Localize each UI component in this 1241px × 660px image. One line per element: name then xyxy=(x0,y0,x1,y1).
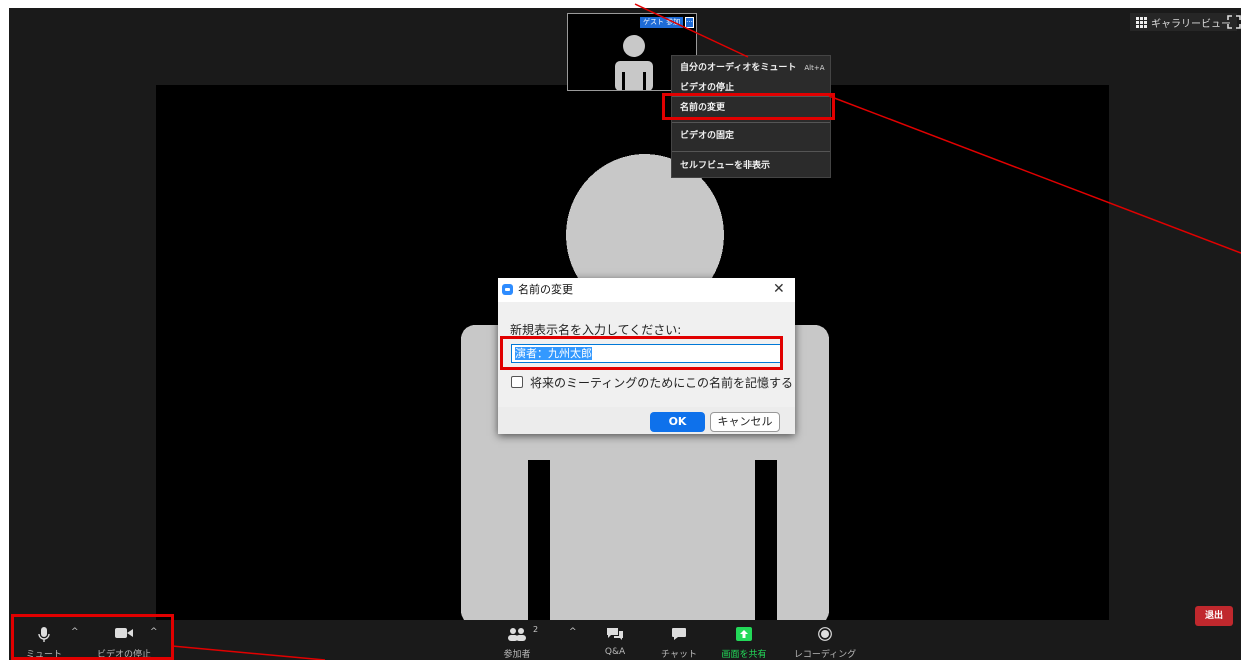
share-screen-label: 画面を共有 xyxy=(721,650,767,660)
participants-icon xyxy=(508,628,526,641)
meeting-toolbar: ミュート ^ ビデオの停止 ^ 参加者 2 ^ Q&A チャット 画面を共有 レ… xyxy=(9,621,1241,660)
qa-button[interactable]: Q&A xyxy=(595,621,635,660)
record-button[interactable]: レコーディング xyxy=(791,621,859,660)
menu-item-pin-video[interactable]: ビデオの固定 xyxy=(680,129,734,143)
fullscreen-icon[interactable] xyxy=(1227,15,1241,29)
participants-chevron-icon[interactable]: ^ xyxy=(569,627,577,637)
more-options-icon[interactable]: ··· xyxy=(685,17,694,28)
gallery-view-label: ギャラリービュー xyxy=(1151,18,1231,30)
ok-button[interactable]: OK xyxy=(650,412,705,432)
qa-label: Q&A xyxy=(604,647,626,657)
menu-hotkey: Alt+A xyxy=(804,64,825,72)
menu-divider xyxy=(672,151,830,152)
mute-button[interactable]: ミュート xyxy=(19,621,69,660)
zoom-app-icon xyxy=(502,284,513,295)
mute-label: ミュート xyxy=(25,650,62,660)
display-name-input[interactable]: 演者：九州太郎 xyxy=(511,344,781,363)
microphone-icon xyxy=(38,627,50,642)
gallery-view-button[interactable]: ギャラリービュー xyxy=(1130,13,1237,31)
menu-item-stop-video[interactable]: ビデオの停止 xyxy=(680,81,734,95)
audio-options-chevron-icon[interactable]: ^ xyxy=(71,627,79,637)
self-name-tag: ゲスト 参加 xyxy=(640,17,684,28)
participants-count: 2 xyxy=(533,625,539,634)
menu-divider xyxy=(672,96,830,97)
menu-item-rename[interactable]: 名前の変更 xyxy=(680,101,725,115)
zoom-meeting-window: ギャラリービュー ゲスト 参加 ··· 自分のオーディオをミュート Alt+A … xyxy=(9,8,1241,660)
share-screen-button[interactable]: 画面を共有 xyxy=(714,621,774,660)
qa-icon xyxy=(607,628,623,640)
cancel-button[interactable]: キャンセル xyxy=(710,412,780,432)
remember-name-label: 将来のミーティングのためにこの名前を記憶する xyxy=(530,376,794,390)
chat-icon xyxy=(672,628,686,640)
close-icon[interactable]: ✕ xyxy=(773,280,785,298)
record-label: レコーディング xyxy=(793,650,857,660)
dialog-title: 名前の変更 xyxy=(518,283,573,296)
share-screen-icon xyxy=(736,627,752,641)
video-camera-icon xyxy=(115,628,133,638)
dialog-titlebar: 名前の変更 ✕ xyxy=(498,278,795,302)
grid-icon xyxy=(1136,16,1147,28)
rename-dialog: 名前の変更 ✕ 新規表示名を入力してください: 演者：九州太郎 将来のミーティン… xyxy=(498,278,795,434)
chat-button[interactable]: チャット xyxy=(657,621,701,660)
menu-item-hide-self-view[interactable]: セルフビューを非表示 xyxy=(680,159,770,173)
menu-item-label: 自分のオーディオをミュート xyxy=(680,63,797,73)
menu-divider xyxy=(672,122,830,123)
participants-label: 参加者 xyxy=(503,650,531,660)
menu-item-mute-audio[interactable]: 自分のオーディオをミュート Alt+A xyxy=(680,61,825,75)
video-options-chevron-icon[interactable]: ^ xyxy=(150,627,158,637)
remember-name-checkbox[interactable] xyxy=(511,376,523,388)
chat-label: チャット xyxy=(661,650,697,660)
display-name-value: 演者：九州太郎 xyxy=(515,347,592,360)
self-view-context-menu: 自分のオーディオをミュート Alt+A ビデオの停止 名前の変更 ビデオの固定 セ… xyxy=(671,55,831,178)
rename-prompt: 新規表示名を入力してください: xyxy=(510,323,682,337)
leave-meeting-button[interactable]: 退出 xyxy=(1195,606,1233,626)
stop-video-label: ビデオの停止 xyxy=(96,650,151,660)
record-icon xyxy=(818,627,832,641)
